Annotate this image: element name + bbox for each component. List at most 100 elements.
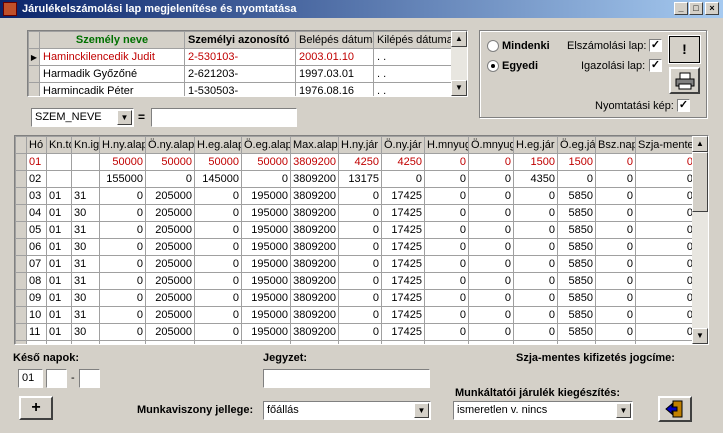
filter-value-input[interactable] — [151, 108, 297, 127]
grid-header-cell[interactable]: Ö.eg.alap — [241, 136, 291, 154]
table-cell[interactable]: 31 — [71, 255, 100, 273]
table-cell[interactable]: 0 — [513, 238, 558, 256]
table-cell[interactable]: 195000 — [241, 221, 291, 239]
table-cell[interactable]: 205000 — [145, 204, 195, 222]
table-cell[interactable]: 195000 — [241, 255, 291, 273]
table-cell[interactable]: 0 — [635, 221, 696, 239]
table-cell[interactable]: 11 — [26, 323, 47, 341]
table-cell[interactable]: 0 — [338, 221, 382, 239]
table-cell[interactable]: 3809200 — [290, 272, 339, 290]
table-cell[interactable]: 01 — [46, 340, 72, 344]
table-cell[interactable]: 0 — [513, 272, 558, 290]
grid-header-cell[interactable]: Kn.ig — [71, 136, 100, 154]
table-row[interactable]: 06 01 30 0 205000 0 195000 3809200 0 17425 0 0 0 5850… — [15, 238, 696, 256]
table-cell[interactable]: 0 — [635, 187, 696, 205]
close-button[interactable]: × — [705, 2, 719, 15]
table-cell[interactable]: 0 — [468, 204, 514, 222]
table-row[interactable]: 10 01 31 0 205000 0 195000 3809200 0 17425 0 0 0 5850… — [15, 306, 696, 324]
print-preview-checkbox[interactable]: ✓ — [677, 99, 690, 112]
table-cell[interactable]: 3809200 — [290, 238, 339, 256]
certificate-sheet-checkbox[interactable]: ✓ — [649, 59, 662, 72]
table-cell[interactable]: 3809200 — [290, 187, 339, 205]
late-to-input[interactable] — [79, 369, 100, 388]
table-cell[interactable]: 0 — [468, 306, 514, 324]
table-cell[interactable]: 0 — [338, 272, 382, 290]
table-row[interactable]: 03 01 31 0 205000 0 195000 3809200 0 17425 0 0 0 5850… — [15, 187, 696, 205]
table-cell[interactable]: 17425 — [381, 289, 425, 307]
table-cell[interactable]: 31 — [71, 272, 100, 290]
table-cell[interactable] — [46, 170, 72, 188]
table-cell[interactable]: 04 — [26, 204, 47, 222]
table-cell[interactable]: 31 — [71, 187, 100, 205]
table-cell[interactable]: 0 — [468, 170, 514, 188]
table-cell[interactable]: 0 — [338, 289, 382, 307]
table-cell[interactable]: 0 — [99, 340, 146, 344]
table-cell[interactable]: 01 — [46, 187, 72, 205]
late-from-input[interactable] — [46, 369, 67, 388]
table-cell[interactable]: 0 — [557, 170, 596, 188]
table-cell[interactable]: 0 — [424, 238, 469, 256]
table-cell[interactable] — [71, 153, 100, 171]
table-cell[interactable]: 0 — [194, 238, 242, 256]
table-cell[interactable]: 01 — [46, 323, 72, 341]
table-cell[interactable]: 1500 — [557, 153, 596, 171]
table-cell[interactable]: 01 — [46, 255, 72, 273]
radio-all[interactable] — [487, 40, 499, 52]
table-cell[interactable]: 4350 — [513, 170, 558, 188]
table-cell[interactable]: 17425 — [381, 323, 425, 341]
table-cell[interactable]: 3809200 — [290, 289, 339, 307]
persons-header-exit[interactable]: Kilépés dátuma — [373, 31, 453, 49]
table-cell[interactable]: 0 — [468, 187, 514, 205]
table-cell[interactable]: 0 — [99, 221, 146, 239]
table-cell[interactable]: 195000 — [241, 340, 291, 344]
table-cell[interactable]: 17425 — [381, 187, 425, 205]
table-cell[interactable]: 205000 — [145, 323, 195, 341]
table-cell[interactable]: 0 — [513, 221, 558, 239]
table-cell[interactable]: 3809200 — [290, 170, 339, 188]
table-cell[interactable]: 195000 — [241, 323, 291, 341]
table-cell[interactable]: 195000 — [241, 289, 291, 307]
table-cell[interactable]: 0 — [99, 255, 146, 273]
table-cell[interactable]: 0 — [513, 323, 558, 341]
table-cell[interactable]: 10 — [26, 306, 47, 324]
table-cell[interactable]: 0 — [424, 170, 469, 188]
table-cell[interactable]: 3809200 — [290, 340, 339, 344]
table-cell[interactable]: 0 — [595, 187, 636, 205]
table-cell[interactable]: 195000 — [241, 204, 291, 222]
table-cell[interactable]: 5850 — [557, 306, 596, 324]
table-cell[interactable]: 0 — [635, 323, 696, 341]
table-cell[interactable]: 3809200 — [290, 221, 339, 239]
table-cell[interactable]: 17425 — [381, 272, 425, 290]
person-exit[interactable]: . . — [373, 65, 453, 83]
table-cell[interactable]: 0 — [194, 323, 242, 341]
table-cell[interactable]: 01 — [46, 238, 72, 256]
table-cell[interactable]: 3809200 — [290, 255, 339, 273]
grid-header-cell[interactable]: Ö.mnyug — [468, 136, 514, 154]
table-cell[interactable]: 4250 — [338, 153, 382, 171]
table-cell[interactable]: 0 — [468, 289, 514, 307]
table-cell[interactable]: 0 — [468, 221, 514, 239]
table-cell[interactable]: 0 — [468, 340, 514, 344]
person-entry[interactable]: 1976.08.16 — [295, 82, 374, 96]
table-cell[interactable]: 3809200 — [290, 153, 339, 171]
grid-header-cell[interactable]: H.eg.jár — [513, 136, 558, 154]
table-cell[interactable]: 01 — [46, 204, 72, 222]
table-cell[interactable]: 0 — [99, 323, 146, 341]
table-cell[interactable]: 01 — [46, 306, 72, 324]
table-cell[interactable]: 17425 — [381, 255, 425, 273]
table-cell[interactable]: 50000 — [194, 153, 242, 171]
table-cell[interactable]: 0 — [635, 238, 696, 256]
table-cell[interactable]: 0 — [513, 306, 558, 324]
person-exit[interactable]: . . — [373, 48, 453, 66]
data-grid[interactable]: HóKn.tólKn.igH.ny.alapÖ.ny.alapH.eg.alap… — [14, 135, 709, 345]
radio-single[interactable] — [487, 60, 499, 72]
table-cell[interactable]: 17425 — [381, 221, 425, 239]
table-row[interactable]: 08 01 31 0 205000 0 195000 3809200 0 17425 0 0 0 5850… — [15, 272, 696, 290]
table-cell[interactable]: 0 — [635, 306, 696, 324]
table-cell[interactable]: 0 — [99, 306, 146, 324]
radio-all-label[interactable]: Mindenki — [502, 40, 550, 52]
table-cell[interactable]: 07 — [26, 255, 47, 273]
table-cell[interactable]: 0 — [468, 153, 514, 171]
table-row[interactable]: 02 155000 0 145000 0 3809200 13175 0 0 0 4350 0 0 0 — [15, 170, 696, 188]
table-cell[interactable]: 205000 — [145, 306, 195, 324]
